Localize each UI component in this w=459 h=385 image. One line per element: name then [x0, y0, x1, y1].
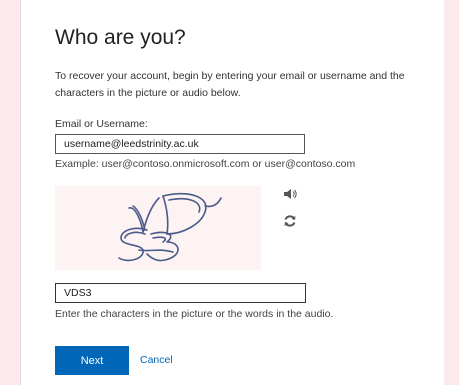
email-label: Email or Username:: [55, 118, 148, 130]
speaker-icon[interactable]: [283, 187, 297, 199]
captcha-code-field[interactable]: [55, 283, 306, 303]
email-field[interactable]: [55, 134, 305, 154]
right-background-strip: [444, 0, 459, 385]
next-button[interactable]: Next: [55, 346, 129, 375]
captcha-image: [55, 186, 261, 270]
cancel-link[interactable]: Cancel: [140, 354, 173, 366]
intro-text: To recover your account, begin by enteri…: [55, 70, 405, 99]
refresh-icon[interactable]: [283, 214, 297, 228]
recovery-card: Who are you? To recover your account, be…: [20, 0, 445, 385]
page-title: Who are you?: [55, 26, 186, 49]
email-example-text: Example: user@contoso.onmicrosoft.com or…: [55, 158, 356, 170]
captcha-hint-text: Enter the characters in the picture or t…: [55, 308, 334, 320]
